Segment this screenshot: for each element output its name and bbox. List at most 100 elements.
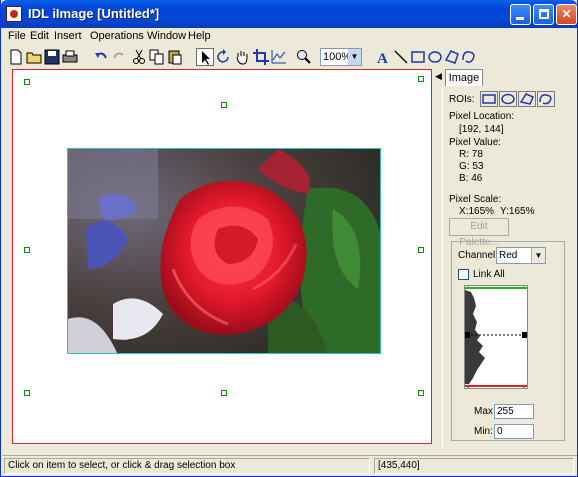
panel-tabbar: ◀ Image (435, 69, 577, 86)
menu-help[interactable]: Help (188, 30, 211, 42)
selection-handle[interactable] (24, 390, 30, 396)
rotate-icon (217, 49, 229, 63)
polygon-tool[interactable] (443, 48, 461, 66)
rectangle-icon (482, 94, 496, 104)
zoom-value: 100% (323, 51, 352, 63)
min-input[interactable] (494, 424, 534, 439)
maximize-button[interactable] (533, 4, 554, 25)
channel-label: Channel: (458, 250, 499, 261)
close-icon: ✕ (561, 7, 572, 21)
line-tool[interactable] (392, 48, 410, 66)
selection-handle[interactable] (418, 390, 424, 396)
title-bar[interactable]: IDL iImage [Untitled*] ✕ (1, 0, 577, 28)
undo-icon (95, 52, 107, 59)
roi-polygon-button[interactable] (518, 91, 536, 107)
rectangle-icon (411, 51, 425, 63)
copy-icon (149, 49, 164, 65)
min-label: Min: (474, 426, 493, 437)
maximize-icon (539, 9, 549, 19)
cut-button[interactable] (130, 48, 148, 66)
zoom-combobox[interactable]: 100% ▼ (320, 48, 362, 66)
histogram-group: Channel: Red ▼ Link All Max 255 Min: 0 (451, 241, 565, 441)
iimage-window: IDL iImage [Untitled*] ✕ File Edit Inser… (0, 0, 578, 477)
freehand-tool[interactable] (460, 48, 478, 66)
polygon-icon (519, 93, 534, 105)
line-profile-tool[interactable] (270, 48, 288, 66)
histogram-plot[interactable] (464, 285, 528, 389)
paste-clipboard-icon (168, 50, 182, 65)
zoom-tool[interactable] (295, 48, 313, 66)
printer-icon (62, 50, 78, 63)
link-all-checkbox[interactable] (458, 269, 469, 280)
save-button[interactable] (43, 48, 61, 66)
histogram-graphic (465, 286, 527, 388)
menu-window[interactable]: Window (147, 30, 186, 42)
minimize-button[interactable] (510, 4, 531, 25)
print-button[interactable] (61, 48, 79, 66)
roi-rectangle-button[interactable] (480, 91, 498, 107)
status-message: Click on item to select, or click & drag… (4, 458, 370, 474)
pan-tool[interactable] (233, 48, 251, 66)
window-title: IDL iImage [Untitled*] (28, 6, 160, 21)
pixel-location-label: Pixel Location: (449, 111, 515, 122)
svg-text:A: A (377, 51, 388, 66)
open-button[interactable] (25, 48, 43, 66)
freehand-icon (462, 51, 475, 63)
menu-operations[interactable]: Operations (90, 30, 144, 42)
rose-image[interactable] (67, 148, 381, 354)
selection-handle[interactable] (221, 102, 227, 108)
pixel-value-r: R: 78 (459, 149, 483, 160)
pixel-location-value: [192, 144] (459, 124, 504, 135)
selection-handle[interactable] (418, 247, 424, 253)
new-button[interactable] (7, 48, 25, 66)
channel-value: Red (499, 250, 518, 261)
line-profile-icon (271, 50, 286, 64)
chevron-down-icon[interactable]: ▼ (531, 248, 545, 263)
scissors-icon (133, 49, 145, 64)
redo-icon (113, 52, 124, 59)
roi-freehand-button[interactable] (537, 91, 555, 107)
copy-button[interactable] (148, 48, 166, 66)
max-label: Max (474, 406, 493, 417)
undo-button[interactable] (92, 48, 110, 66)
ellipse-tool[interactable] (426, 48, 444, 66)
line-icon (394, 50, 408, 64)
paste-button[interactable] (166, 48, 184, 66)
select-arrow-tool[interactable] (196, 48, 214, 66)
rois-label: ROIs: (449, 94, 475, 105)
pixel-scale-x: X:165% (459, 206, 495, 217)
rectangle-tool[interactable] (409, 48, 427, 66)
crop-tool[interactable] (252, 48, 270, 66)
redo-button[interactable] (110, 48, 128, 66)
image-canvas[interactable] (12, 69, 432, 444)
selection-handle[interactable] (418, 76, 424, 82)
selection-handle[interactable] (24, 247, 30, 253)
status-bar: Click on item to select, or click & drag… (2, 455, 577, 476)
roi-ellipse-button[interactable] (499, 91, 517, 107)
selection-handle[interactable] (24, 79, 30, 85)
channel-select[interactable]: Red ▼ (496, 247, 546, 264)
status-coords: [435,440] (374, 458, 574, 474)
text-tool[interactable]: A (374, 48, 392, 66)
pixel-scale-y: Y:165% (500, 206, 535, 217)
open-folder-icon (26, 52, 42, 64)
idl-app-icon[interactable] (6, 6, 22, 22)
close-button[interactable]: ✕ (556, 4, 577, 25)
ellipse-icon (501, 93, 515, 105)
collapse-panel-icon[interactable]: ◀ (435, 69, 443, 83)
menu-insert[interactable]: Insert (54, 30, 82, 42)
edit-palette-button[interactable]: Edit Palette... (449, 218, 509, 248)
rose-picture (68, 149, 380, 353)
minimize-icon (516, 17, 524, 20)
menu-bar: File Edit Insert Operations Window Help (2, 28, 577, 45)
pixel-value-b: B: 46 (459, 173, 483, 184)
menu-edit[interactable]: Edit (30, 30, 49, 42)
magnifier-icon (297, 50, 311, 64)
chevron-down-icon[interactable]: ▼ (348, 49, 361, 65)
selection-handle[interactable] (221, 390, 227, 396)
pixel-value-label: Pixel Value: (449, 137, 502, 148)
rotate-tool[interactable] (215, 48, 233, 66)
menu-file[interactable]: File (8, 30, 26, 42)
max-input[interactable] (494, 404, 534, 419)
new-file-icon (10, 49, 22, 65)
